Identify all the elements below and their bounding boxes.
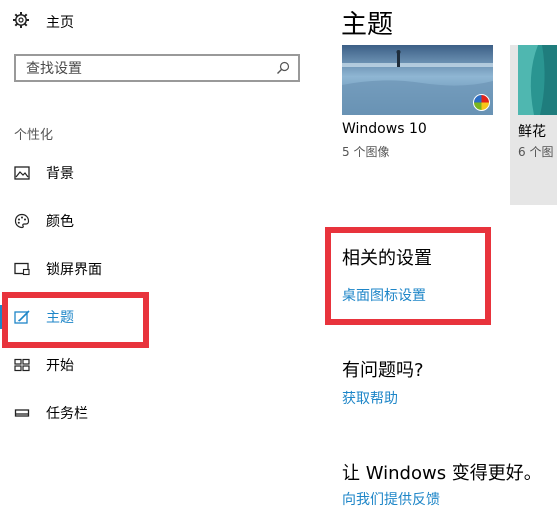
sidebar-item-start[interactable]: 开始 [0, 345, 318, 385]
highlight-box-related-settings [325, 227, 491, 325]
theme-name-windows10: Windows 10 [342, 121, 427, 137]
home-nav-item[interactable]: 主页 [12, 10, 74, 34]
feedback-link[interactable]: 向我们提供反馈 [342, 489, 440, 509]
lock-screen-icon [13, 260, 31, 278]
home-label: 主页 [46, 15, 74, 31]
sidebar-item-label: 颜色 [46, 214, 74, 230]
feedback-heading: 让 Windows 变得更好。 [342, 463, 542, 484]
sidebar-item-background[interactable]: 背景 [0, 153, 318, 193]
theme-count-windows10: 5 个图像 [342, 145, 390, 159]
sidebar-item-lock-screen[interactable]: 锁屏界面 [0, 249, 318, 289]
theme-thumbnail-flowers[interactable] [518, 45, 557, 115]
start-icon [13, 356, 31, 374]
sidebar-item-label: 任务栏 [46, 406, 88, 422]
picture-icon [13, 164, 31, 182]
theme-name-flowers: 鲜花 [518, 124, 546, 140]
get-help-link[interactable]: 获取帮助 [342, 388, 398, 408]
color-wheel-icon [473, 94, 490, 111]
page-title: 主题 [341, 10, 394, 40]
sidebar: 主页 查找设置 个性化 背景 颜色 锁屏界面 主题 开始 任务栏 [0, 0, 318, 501]
palette-icon [13, 212, 31, 230]
search-icon[interactable] [272, 57, 294, 79]
section-label-personalization: 个性化 [14, 128, 54, 143]
sidebar-item-taskbar[interactable]: 任务栏 [0, 393, 318, 433]
taskbar-icon [13, 404, 31, 422]
theme-count-flowers: 6 个图 [518, 145, 554, 159]
sidebar-item-label: 背景 [46, 166, 74, 182]
sidebar-item-label: 锁屏界面 [46, 262, 102, 278]
search-box[interactable]: 查找设置 [14, 54, 300, 82]
theme-thumbnail-windows10[interactable] [342, 45, 493, 115]
search-input[interactable]: 查找设置 [16, 58, 272, 78]
help-heading: 有问题吗? [342, 360, 424, 381]
sidebar-item-colors[interactable]: 颜色 [0, 201, 318, 241]
sidebar-item-label: 开始 [46, 358, 74, 374]
highlight-box-themes [2, 292, 149, 348]
gear-icon [12, 11, 30, 33]
